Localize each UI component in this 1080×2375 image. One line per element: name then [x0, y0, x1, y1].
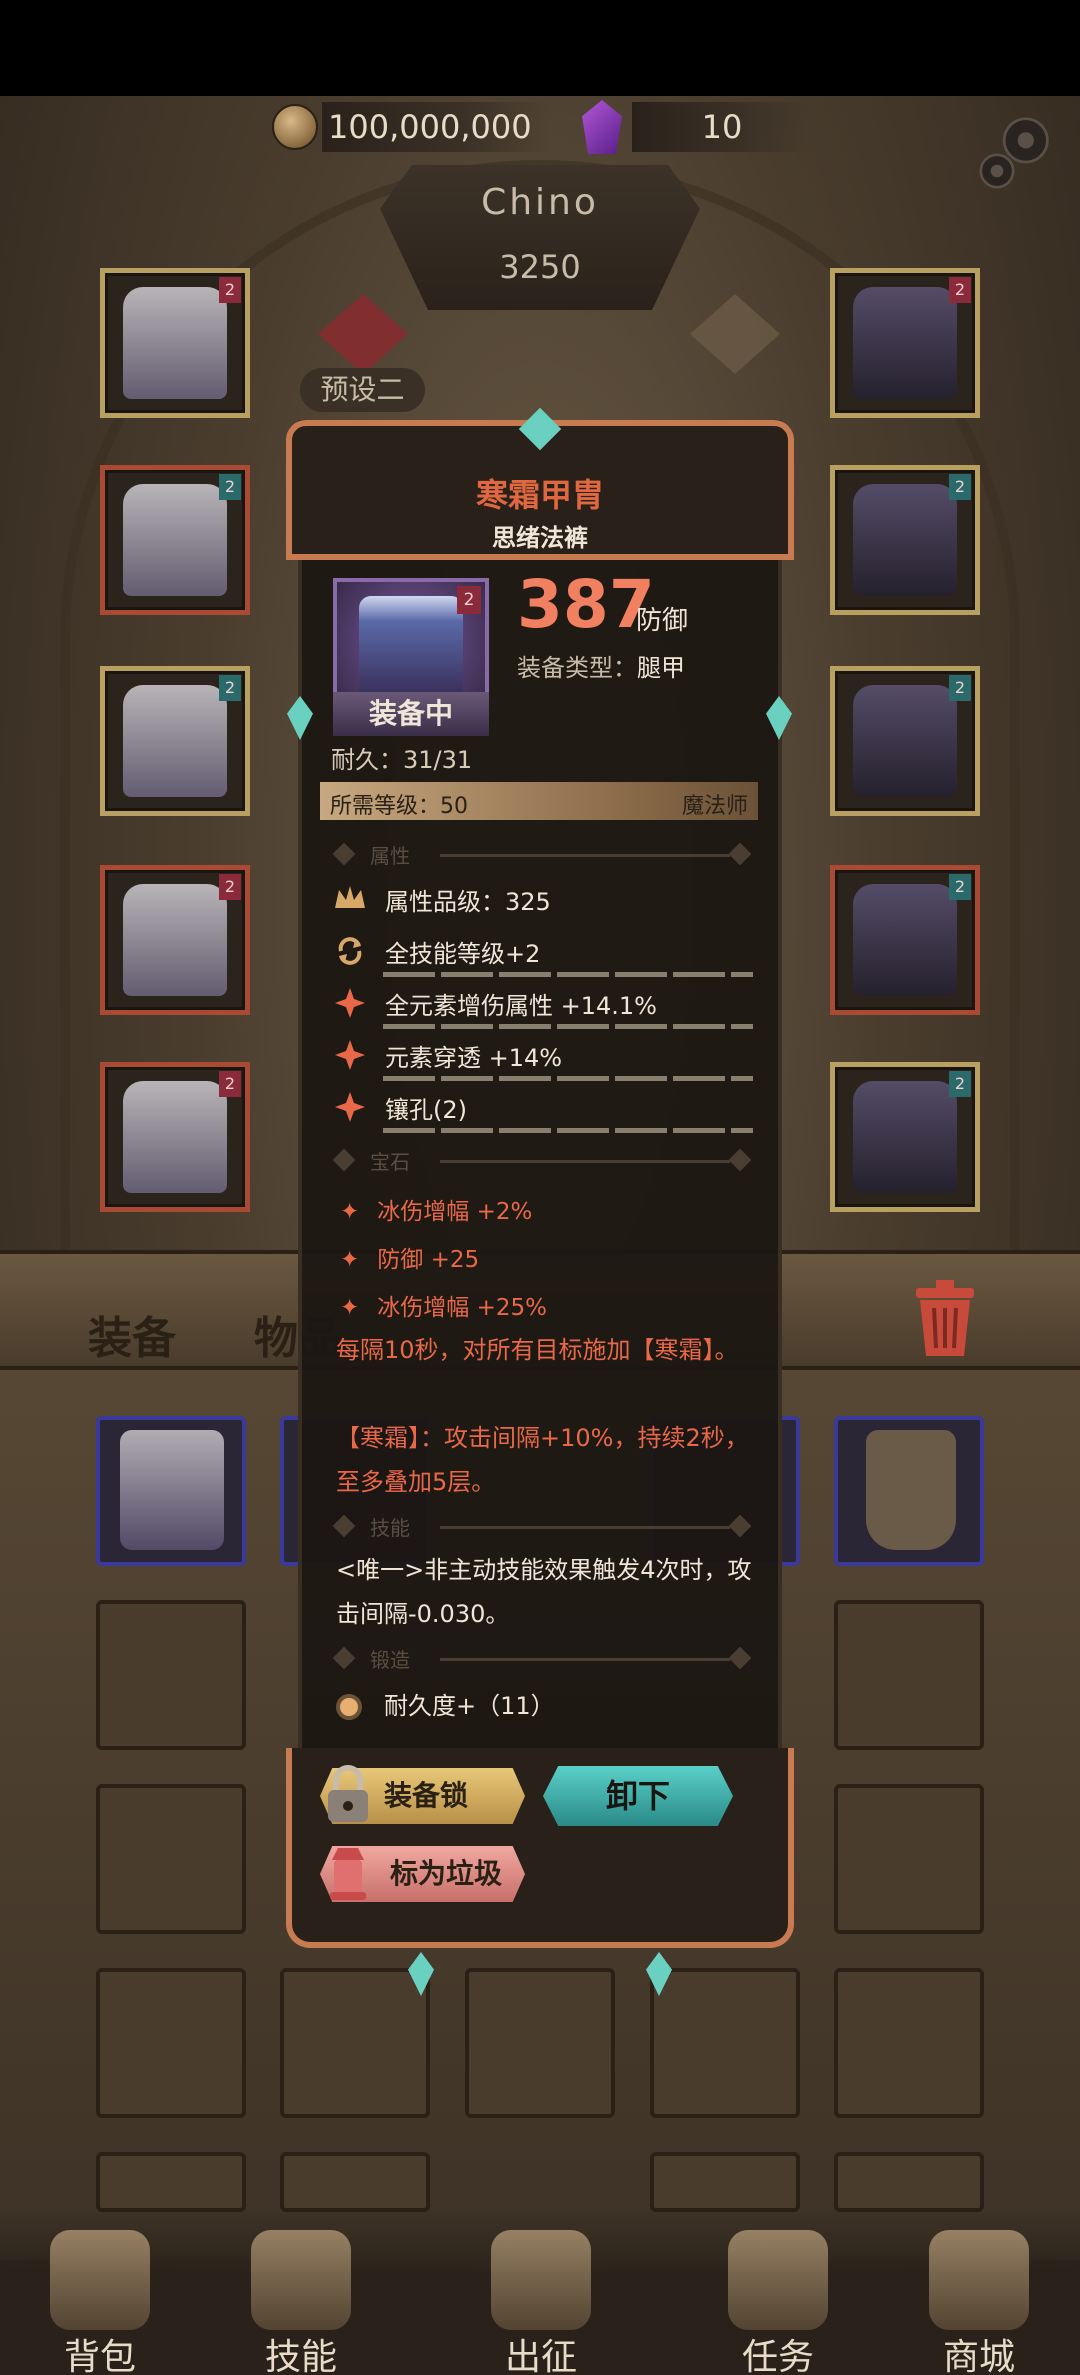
boots-icon — [123, 1081, 227, 1193]
inventory-cell[interactable] — [96, 2152, 246, 2212]
sword-icon — [853, 884, 957, 996]
inventory-cell[interactable] — [834, 1416, 984, 1566]
forge-line: 耐久度+（11） — [336, 1686, 555, 1721]
element-spark-icon — [335, 988, 365, 1018]
inventory-cell[interactable] — [280, 1968, 430, 2118]
inventory-cell[interactable] — [650, 2152, 800, 2212]
inventory-cell[interactable] — [834, 2152, 984, 2212]
pants-icon — [120, 1430, 224, 1550]
gear-icon[interactable] — [970, 108, 1060, 198]
section-skill: 技能 — [330, 1512, 752, 1542]
equip-slot-weapon-right[interactable]: 2 — [830, 865, 980, 1015]
armor-icon — [123, 484, 227, 596]
durability: 耐久：31/31 — [331, 746, 473, 774]
item-name: 寒霜甲胄 — [475, 476, 604, 514]
frost-effect-text: 每隔10秒，对所有目标施加【寒霜】。 — [336, 1336, 739, 1364]
shop-crown-icon — [929, 2230, 1029, 2330]
attribute-row: 镶孔(2) — [333, 1086, 763, 1133]
sword-icon — [491, 2230, 591, 2330]
section-forge: 锻造 — [330, 1644, 752, 1674]
defense-label: 防御 — [636, 606, 689, 636]
trash-icon[interactable] — [912, 1280, 978, 1358]
inventory-cell[interactable] — [280, 2152, 430, 2212]
spellbook-icon — [853, 1081, 957, 1193]
player-name: Chino — [481, 182, 599, 223]
nav-backpack[interactable]: 背包 — [25, 2210, 175, 2375]
equip-type: 装备类型：腿甲 — [517, 654, 685, 682]
gem-line: ✦ 冰伤增幅 +25% — [340, 1295, 547, 1321]
inventory-cell[interactable] — [96, 1600, 246, 1750]
equip-slot-amulet[interactable]: 2 — [830, 268, 980, 418]
quality-crown-icon — [335, 886, 365, 908]
equip-slot-weapon-left[interactable]: 2 — [100, 666, 250, 816]
preset-button[interactable]: 预设二 — [300, 368, 425, 412]
skill-book-icon — [251, 2230, 351, 2330]
glove-icon — [853, 685, 957, 797]
cycle-icon — [338, 937, 362, 965]
trousers-icon — [866, 1430, 956, 1550]
currency-bar: 100,000,000 10 — [260, 98, 820, 158]
element-spark-icon — [335, 1040, 365, 1070]
attribute-row: 元素穿透 +14% — [333, 1034, 763, 1081]
inventory-cell[interactable] — [834, 1600, 984, 1750]
equip-slot-glove-2[interactable]: 2 — [830, 666, 980, 816]
equip-slot-book[interactable]: 2 — [830, 1062, 980, 1212]
equipped-label: 装备中 — [333, 692, 489, 736]
glove-icon — [853, 484, 957, 596]
junk-lantern-icon — [330, 1848, 366, 1900]
inventory-cell[interactable] — [834, 1784, 984, 1934]
coin-icon — [272, 104, 318, 150]
pants-icon — [123, 884, 227, 996]
tab-equipment[interactable]: 装备 — [88, 1302, 176, 1366]
forge-dot-icon — [336, 1694, 362, 1720]
amulet-icon — [853, 287, 957, 399]
equip-slot-chest[interactable]: 2 — [100, 465, 250, 615]
equip-slot-glove-1[interactable]: 2 — [830, 465, 980, 615]
helmet-icon — [123, 287, 227, 399]
socket-icon — [335, 1092, 365, 1122]
gem-amount: 10 — [632, 102, 812, 152]
equip-slot-legs[interactable]: 2 — [100, 865, 250, 1015]
staff-icon — [123, 685, 227, 797]
nav-expedition[interactable]: 出征 — [466, 2210, 616, 2375]
inventory-cell[interactable] — [96, 1968, 246, 2118]
nav-tasks[interactable]: 任务 — [703, 2210, 853, 2375]
equip-type-value: 腿甲 — [637, 654, 685, 682]
coin-amount: 100,000,000 — [322, 102, 552, 152]
scroll-icon — [728, 2230, 828, 2330]
nav-skills[interactable]: 技能 — [226, 2210, 376, 2375]
required-class: 魔法师 — [681, 794, 748, 819]
backpack-icon — [50, 2230, 150, 2330]
equip-slot-boots[interactable]: 2 — [100, 1062, 250, 1212]
item-subtitle: 思绪法裤 — [492, 524, 588, 552]
equip-slot-head[interactable]: 2 — [100, 268, 250, 418]
nav-shop[interactable]: 商城 — [904, 2210, 1054, 2375]
inventory-cell[interactable] — [96, 1416, 246, 1566]
gem-line: ✦ 防御 +25 — [340, 1247, 480, 1273]
section-gems: 宝石 — [330, 1146, 752, 1176]
inventory-cell[interactable] — [96, 1784, 246, 1934]
player-power: 3250 — [499, 248, 581, 286]
inventory-cell[interactable] — [465, 1968, 615, 2118]
inventory-cell[interactable] — [650, 1968, 800, 2118]
attribute-row: 全技能等级+2 — [333, 930, 763, 977]
section-attributes: 属性 — [330, 840, 752, 870]
pants-icon — [359, 596, 463, 696]
gem-line: ✦ 冰伤增幅 +2% — [340, 1199, 533, 1225]
attribute-row: 全元素增伤属性 +14.1% — [333, 982, 763, 1029]
attribute-row: 属性品级：325 — [333, 878, 763, 924]
defense-value: 387 — [517, 566, 655, 643]
unique-skill-text: <唯一>非主动技能效果触发4次时，攻击间隔-0.030。 — [336, 1556, 752, 1628]
item-level-badge: 2 — [457, 586, 481, 614]
unequip-button[interactable]: 卸下 — [543, 1766, 733, 1826]
inventory-cell[interactable] — [834, 1968, 984, 2118]
status-bar — [0, 0, 1080, 96]
lock-icon — [328, 1765, 368, 1822]
frost-definition-text: 【寒霜】：攻击间隔+10%，持续2秒，至多叠加5层。 — [336, 1424, 749, 1496]
required-level: 所需等级：50 — [330, 794, 468, 819]
gem-icon — [582, 100, 622, 154]
